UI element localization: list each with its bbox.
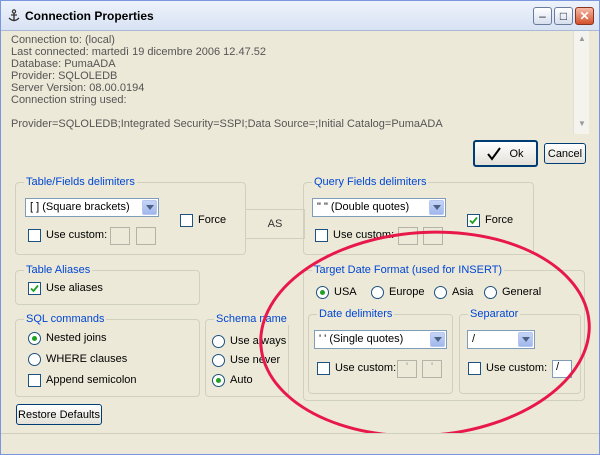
use-always-label: Use always — [230, 335, 287, 347]
query-force-label: Force — [485, 214, 514, 226]
use-never-radio[interactable] — [212, 354, 225, 367]
query-force-checkbox[interactable] — [467, 214, 480, 227]
query-custom-close-field[interactable] — [423, 227, 443, 245]
query-use-custom-label: Use custom: — [333, 229, 395, 241]
checkmark-icon — [30, 284, 39, 293]
table-delimiters-select[interactable]: [ ] (Square brackets) — [25, 198, 159, 217]
separator-label: Separator — [468, 308, 521, 320]
query-delimiters-value: " " (Double quotes) — [317, 201, 410, 213]
separator-select[interactable]: / — [467, 330, 535, 349]
info-line: Provider=SQLOLEDB;Integrated Security=SS… — [11, 118, 443, 130]
cancel-button[interactable]: Cancel — [544, 143, 586, 164]
info-line: Database: PumaADA — [11, 58, 116, 70]
window-title: Connection Properties — [25, 9, 154, 23]
checkmark-icon — [469, 216, 478, 225]
date-use-custom-checkbox[interactable] — [317, 362, 330, 375]
where-clauses-label: WHERE clauses — [46, 353, 128, 365]
separator-custom-field[interactable]: / — [552, 360, 572, 378]
status-bar — [1, 433, 599, 454]
info-line: Provider: SQLOLEDB — [11, 70, 118, 82]
table-custom-open-field[interactable] — [110, 227, 130, 245]
info-scrollbar[interactable]: ▲ ▼ — [573, 31, 589, 134]
date-delimiters-select[interactable]: ' ' (Single quotes) — [314, 330, 447, 349]
separator-group: Separator — [459, 308, 581, 394]
date-custom-open-field[interactable]: ' — [397, 360, 417, 378]
connection-info-box[interactable]: Connection to: (local) Last connected: m… — [9, 31, 589, 134]
where-clauses-radio[interactable] — [28, 353, 41, 366]
date-use-custom-label: Use custom: — [335, 362, 397, 374]
scroll-up-icon[interactable]: ▲ — [576, 34, 588, 46]
query-delimiters-select[interactable]: " " (Double quotes) — [312, 198, 446, 217]
ok-button[interactable]: Ok — [473, 140, 538, 167]
separator-use-custom-label: Use custom: — [486, 362, 548, 374]
table-aliases-label: Table Aliases — [24, 264, 93, 276]
date-format-label: Target Date Format (used for INSERT) — [312, 264, 505, 276]
separator-value: / — [472, 333, 476, 345]
connection-properties-window: Connection Properties – □ ✕ Connection t… — [0, 0, 600, 455]
table-use-custom-checkbox[interactable] — [28, 229, 41, 242]
query-custom-open-field[interactable] — [398, 227, 418, 245]
separator-use-custom-checkbox[interactable] — [468, 362, 481, 375]
table-use-custom-label: Use custom: — [46, 229, 108, 241]
checkmark-icon — [487, 146, 502, 161]
query-delimiters-label: Query Fields delimiters — [312, 176, 429, 188]
as-separator: AS — [245, 209, 305, 239]
append-semicolon-checkbox[interactable] — [28, 374, 41, 387]
europe-radio[interactable] — [371, 286, 384, 299]
use-aliases-label: Use aliases — [46, 282, 103, 294]
chevron-down-icon[interactable] — [429, 200, 444, 215]
usa-radio[interactable] — [316, 286, 329, 299]
chevron-down-icon[interactable] — [430, 332, 445, 347]
chevron-down-icon[interactable] — [142, 200, 157, 215]
asia-radio[interactable] — [434, 286, 447, 299]
usa-label: USA — [334, 286, 357, 298]
chevron-down-icon[interactable] — [518, 332, 533, 347]
info-line: Last connected: martedì 19 dicembre 2006… — [11, 46, 267, 58]
table-aliases-group: Table Aliases — [15, 264, 200, 305]
table-force-label: Force — [198, 214, 227, 226]
anchor-icon — [7, 9, 21, 23]
restore-defaults-button[interactable]: Restore Defaults — [16, 404, 102, 425]
append-semicolon-label: Append semicolon — [46, 374, 137, 386]
table-custom-close-field[interactable] — [136, 227, 156, 245]
table-delimiters-value: [ ] (Square brackets) — [30, 201, 130, 213]
title-bar[interactable]: Connection Properties – □ ✕ — [1, 1, 599, 31]
info-line: Server Version: 08.00.0194 — [11, 82, 145, 94]
table-force-checkbox[interactable] — [180, 214, 193, 227]
nested-joins-label: Nested joins — [46, 332, 107, 344]
sql-commands-label: SQL commands — [24, 313, 107, 325]
minimize-button[interactable]: – — [533, 7, 552, 25]
use-aliases-checkbox[interactable] — [28, 282, 41, 295]
date-custom-close-field[interactable]: ' — [422, 360, 442, 378]
asia-label: Asia — [452, 286, 474, 298]
auto-label: Auto — [230, 374, 253, 386]
table-delimiters-label: Table/Fields delimiters — [24, 176, 137, 188]
use-always-radio[interactable] — [212, 335, 225, 348]
close-button[interactable]: ✕ — [575, 7, 594, 25]
maximize-button[interactable]: □ — [554, 7, 573, 25]
schema-name-label: Schema name — [214, 313, 289, 325]
general-radio[interactable] — [484, 286, 497, 299]
use-never-label: Use never — [230, 354, 281, 366]
general-label: General — [502, 286, 542, 298]
date-delimiters-label: Date delimiters — [317, 308, 395, 320]
info-line: Connection to: (local) — [11, 34, 115, 46]
auto-radio[interactable] — [212, 374, 225, 387]
europe-label: Europe — [389, 286, 425, 298]
scroll-down-icon[interactable]: ▼ — [576, 119, 588, 131]
date-delimiters-group: Date delimiters — [308, 308, 453, 394]
info-line: Connection string used: — [11, 94, 127, 106]
ok-label: Ok — [509, 147, 524, 160]
date-delimiters-value: ' ' (Single quotes) — [319, 333, 404, 345]
nested-joins-radio[interactable] — [28, 332, 41, 345]
query-use-custom-checkbox[interactable] — [315, 229, 328, 242]
